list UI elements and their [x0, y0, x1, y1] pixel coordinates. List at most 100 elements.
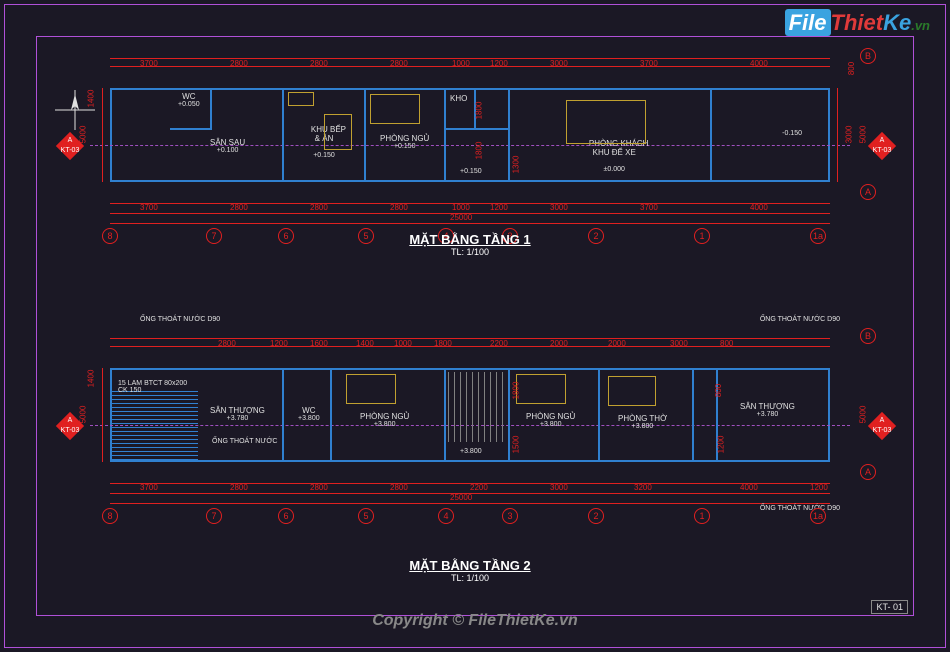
grid-bubble: 4	[438, 508, 454, 524]
room-elev: +3.800	[298, 415, 320, 422]
section-marker-icon: A KT-03	[868, 412, 896, 440]
dim-value: 4000	[750, 59, 768, 68]
drain-note-left: ỐNG THOÁT NƯỚC D90	[140, 316, 220, 323]
sofa-set-icon	[566, 100, 646, 144]
dim-value: 1000	[394, 339, 412, 348]
room-name: PHÒNG NGỦ	[360, 412, 409, 421]
room-label-stair-elev2: +3.800	[460, 448, 482, 455]
room-name: SÂN SAU	[210, 138, 245, 147]
room-elev: +0.100	[210, 147, 245, 154]
dim-value: 1200	[270, 339, 288, 348]
dim-value: 5000	[859, 406, 868, 424]
room-elev: +3.780	[210, 415, 265, 422]
room-elev: ±0.000	[580, 166, 648, 173]
dim-value: 1000	[452, 203, 470, 212]
dim-value: 1400	[356, 339, 374, 348]
dim-value: 1800	[511, 382, 520, 400]
room-name: SÂN THƯỢNG	[740, 402, 795, 411]
room-elev: +3.800	[618, 423, 667, 430]
room-elev: -0.150	[782, 130, 802, 137]
section-marker-icon: A KT-03	[56, 132, 84, 160]
drain-note-inner: ỐNG THOÁT NƯỚC	[212, 438, 277, 445]
staircase-icon	[448, 372, 506, 442]
dim-value: 2000	[608, 339, 626, 348]
dim-value: 1200	[716, 436, 725, 454]
dim-value: 2800	[390, 483, 408, 492]
room-label-ngu-a: PHÒNG NGỦ +3.800	[360, 412, 409, 428]
room-name: WC	[302, 406, 315, 415]
dim-value: 2800	[390, 59, 408, 68]
lam-note: 15 LAM BTCT 80x200 CK 150	[118, 380, 187, 394]
dim-line	[110, 223, 830, 224]
dim-value: 3700	[140, 483, 158, 492]
dim-value: 2800	[310, 203, 328, 212]
room-elev: +3.800	[360, 421, 409, 428]
dim-value: 5000	[859, 126, 868, 144]
dim-value: 3200	[634, 483, 652, 492]
floor1-title: MẶT BẰNG TẦNG 1	[110, 232, 830, 247]
floor-plan-1: 3700 2800 2800 2800 1000 1200 3000 3700 …	[110, 70, 830, 200]
dim-value: 1600	[310, 339, 328, 348]
dim-line	[110, 66, 830, 67]
grid-bubble: 1	[694, 508, 710, 524]
dim-value: 4000	[740, 483, 758, 492]
dim-value: 2800	[390, 203, 408, 212]
dim-line	[110, 503, 830, 504]
elev-marker: -0.150	[782, 130, 802, 137]
dim-value: 1500	[511, 436, 520, 454]
room-stair-elev: +0.150	[460, 168, 482, 175]
room-name: KHO	[450, 94, 467, 103]
room-label-kho: KHO	[450, 94, 467, 103]
dim-value: 1200	[810, 483, 828, 492]
room-elev: +0.050	[178, 101, 200, 108]
dim-value: 1300	[511, 156, 520, 174]
partition	[692, 368, 694, 462]
dim-value: 3000	[845, 126, 854, 144]
grid-bubble: 2	[588, 508, 604, 524]
grid-bubble: 3	[502, 508, 518, 524]
louver-hatch-icon	[112, 388, 198, 460]
dim-value: 1400	[86, 370, 95, 388]
altar-icon	[608, 376, 656, 406]
site-logo: FileThietKe.vn	[785, 10, 930, 36]
section-label: A KT-03	[60, 416, 80, 436]
room-name: PHÒNG NGỦ	[380, 134, 429, 143]
partition	[444, 368, 446, 462]
dim-value: 3000	[550, 483, 568, 492]
dim-line	[837, 88, 838, 182]
room-elev: +3.780	[740, 411, 795, 418]
section-label: A KT-03	[60, 136, 80, 156]
floor2-title: MẶT BẰNG TẦNG 2	[110, 558, 830, 573]
dim-value: 2000	[550, 339, 568, 348]
bed-icon	[516, 374, 566, 404]
room-name: SÂN THƯỢNG	[210, 406, 265, 415]
section-label: A KT-03	[872, 416, 892, 436]
bed-icon	[370, 94, 420, 124]
dim-value: 3000	[550, 203, 568, 212]
room-elev: +3.800	[526, 421, 575, 428]
dim-line	[110, 203, 830, 204]
dim-total: 25000	[450, 213, 472, 222]
bed-icon	[346, 374, 396, 404]
centerline	[90, 145, 850, 146]
room-elev: +0.150	[302, 152, 346, 159]
logo-part4: .vn	[911, 18, 930, 33]
partition	[210, 88, 212, 130]
dim-value: 2200	[490, 339, 508, 348]
grid-bubble-b: B	[860, 328, 876, 344]
grid-bubble-a: A	[860, 464, 876, 480]
dining-table-icon	[324, 114, 352, 150]
logo-part3: Ke	[883, 10, 911, 35]
drain-note-right: ỐNG THOÁT NƯỚC D90	[760, 316, 840, 323]
dim-value: 800	[720, 339, 733, 348]
room-label-sansau: SÂN SAU +0.100	[210, 138, 245, 154]
grid-bubble: 8	[102, 508, 118, 524]
partition	[710, 88, 712, 182]
dim-value: 800	[714, 384, 723, 397]
section-marker-icon: A KT-03	[868, 132, 896, 160]
grid-bubble: 1a	[810, 508, 826, 524]
dim-value: 1400	[86, 90, 95, 108]
dim-value: 3700	[640, 59, 658, 68]
dim-value: 4000	[750, 203, 768, 212]
kitchen-counter-icon	[288, 92, 314, 106]
